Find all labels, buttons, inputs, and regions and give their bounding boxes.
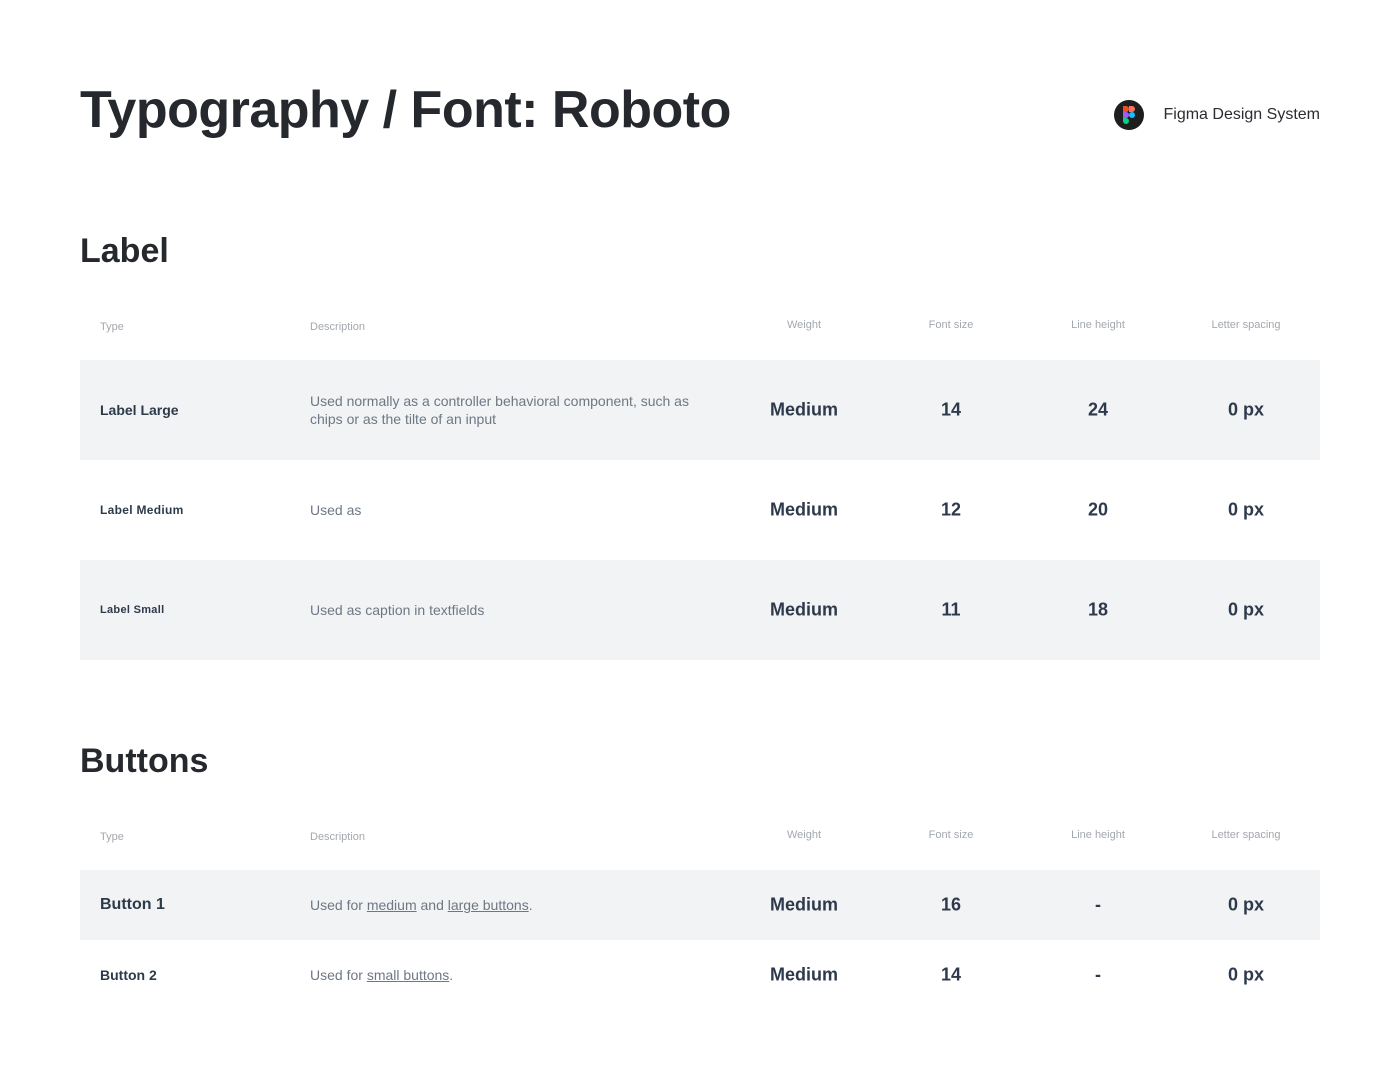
letter-spacing-cell: 0 px: [1227, 399, 1265, 420]
weight-cell: Medium: [769, 499, 839, 520]
section-title-label: Label: [80, 232, 169, 270]
description-text: Used for: [310, 897, 367, 913]
description-cell: Used for small buttons.: [310, 966, 710, 984]
column-header-line-height: Line height: [1071, 319, 1125, 331]
column-header-font-size: Font size: [928, 319, 974, 331]
type-cell: Label Medium: [100, 503, 184, 517]
column-header-description: Description: [310, 321, 366, 333]
font-size-cell: 16: [940, 894, 962, 915]
line-height-cell: 20: [1087, 499, 1109, 520]
page-title: Typography / Font: Roboto: [80, 81, 731, 139]
small-buttons-link[interactable]: small buttons: [367, 967, 449, 983]
table-header: Type Description Weight Font size Line h…: [80, 798, 1320, 870]
column-header-weight: Weight: [786, 829, 822, 841]
column-header-letter-spacing: Letter spacing: [1211, 829, 1281, 841]
large-buttons-link[interactable]: large buttons: [448, 897, 529, 913]
section-title-buttons: Buttons: [80, 742, 209, 780]
letter-spacing-cell: 0 px: [1227, 599, 1265, 620]
font-size-cell: 12: [940, 499, 962, 520]
description-cell: Used as: [310, 502, 362, 518]
brand[interactable]: Figma Design System: [1113, 99, 1321, 131]
column-header-type: Type: [100, 831, 124, 843]
column-header-letter-spacing: Letter spacing: [1211, 319, 1281, 331]
description-text: and: [416, 897, 448, 913]
table-row: Button 1 Used for medium and large butto…: [80, 870, 1320, 940]
weight-cell: Medium: [769, 599, 839, 620]
weight-cell: Medium: [769, 399, 839, 420]
line-height-cell: 18: [1087, 599, 1109, 620]
page-header: Typography / Font: Roboto Figma Design S…: [80, 78, 1320, 142]
line-height-cell: 24: [1087, 399, 1109, 420]
letter-spacing-cell: 0 px: [1227, 499, 1265, 520]
column-header-weight: Weight: [786, 319, 822, 331]
font-size-cell: 14: [940, 964, 962, 985]
line-height-cell: -: [1095, 894, 1101, 915]
type-cell: Label Small: [100, 604, 165, 616]
table-row: Label Medium Used as Medium 12 20 0 px: [80, 460, 1320, 560]
description-text: Used for: [310, 967, 367, 983]
description-cell: Used for medium and large buttons.: [310, 896, 710, 914]
font-size-cell: 14: [940, 399, 962, 420]
description-text: .: [528, 897, 533, 913]
medium-link[interactable]: medium: [367, 897, 417, 913]
description-text: .: [449, 967, 454, 983]
font-size-cell: 11: [941, 599, 961, 620]
weight-cell: Medium: [769, 894, 839, 915]
description-cell: Used as caption in textfields: [310, 602, 485, 618]
table-row: Label Small Used as caption in textfield…: [80, 560, 1320, 660]
table-header: Type Description Weight Font size Line h…: [80, 288, 1320, 360]
brand-label: Figma Design System: [1163, 106, 1321, 123]
type-cell: Button 2: [100, 967, 157, 983]
column-header-font-size: Font size: [928, 829, 974, 841]
column-header-description: Description: [310, 831, 366, 843]
column-header-line-height: Line height: [1071, 829, 1125, 841]
figma-logo-icon: [1113, 100, 1144, 130]
buttons-table: Type Description Weight Font size Line h…: [80, 798, 1320, 1010]
line-height-cell: -: [1095, 964, 1101, 985]
letter-spacing-cell: 0 px: [1227, 894, 1265, 915]
type-cell: Label Large: [100, 402, 179, 418]
label-table: Type Description Weight Font size Line h…: [80, 288, 1320, 660]
type-cell: Button 1: [100, 896, 165, 913]
column-header-type: Type: [100, 321, 124, 333]
table-row: Label Large Used normally as a controlle…: [80, 360, 1320, 460]
weight-cell: Medium: [769, 964, 839, 985]
description-cell: Used normally as a controller behavioral…: [310, 393, 689, 427]
table-row: Button 2 Used for small buttons. Medium …: [80, 940, 1320, 1010]
letter-spacing-cell: 0 px: [1227, 964, 1265, 985]
